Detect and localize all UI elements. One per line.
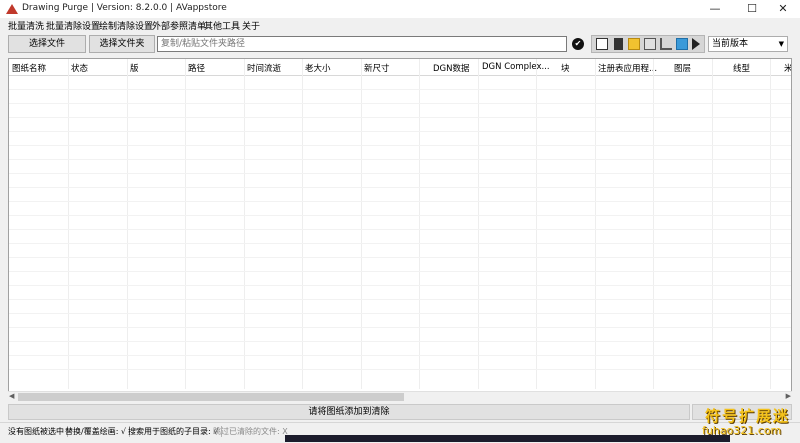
tree-icon[interactable] <box>660 38 672 50</box>
menu-other-tools[interactable]: 其他工具 <box>204 19 240 32</box>
status-skip-cleaned: 跳过已清除的文件: X <box>213 427 288 436</box>
column-divider <box>68 59 69 389</box>
row-divider <box>9 159 791 160</box>
column-divider <box>712 59 713 389</box>
column-divider <box>653 59 654 389</box>
menu-batch-purge-settings[interactable]: 批量清除设置 <box>46 19 100 32</box>
close-button[interactable]: ✕ <box>766 0 800 18</box>
row-divider <box>9 173 791 174</box>
maximize-button[interactable]: ☐ <box>735 0 769 18</box>
menu-xref-list[interactable]: 外部参照清单 <box>152 19 206 32</box>
row-divider <box>9 187 791 188</box>
folder-path-input[interactable] <box>157 36 567 52</box>
folder-icon[interactable] <box>628 38 640 50</box>
toolbar: 选择文件 选择文件夹 ✔ 当前版本 ▼ <box>0 33 800 55</box>
column-divider <box>595 59 596 389</box>
app-logo-icon <box>6 4 18 14</box>
drawing-table[interactable]: 图纸名称 状态 版 路径 时间流逝 老大小 新尺寸 DGN数据 DGN Comp… <box>8 58 792 401</box>
column-drawing-name[interactable]: 图纸名称 <box>12 62 46 74</box>
menu-about[interactable]: 关于 <box>242 19 260 32</box>
confirm-check-icon[interactable]: ✔ <box>572 38 584 50</box>
row-divider <box>9 243 791 244</box>
column-blocks[interactable]: 块 <box>561 62 570 74</box>
column-new-size[interactable]: 新尺寸 <box>364 62 390 74</box>
open-external-icon[interactable] <box>676 38 688 50</box>
column-regapps[interactable]: 注册表应用程... <box>598 62 657 74</box>
column-old-size[interactable]: 老大小 <box>305 62 331 74</box>
row-divider <box>9 369 791 370</box>
scroll-left-icon[interactable]: ◀ <box>9 392 14 400</box>
row-divider <box>9 299 791 300</box>
row-divider <box>9 313 791 314</box>
scrollbar-thumb[interactable] <box>18 393 404 401</box>
column-divider <box>302 59 303 389</box>
status-search-subdirs: 搜索用于图纸的子目录: √ <box>128 426 223 437</box>
add-drawings-to-purge-button[interactable]: 请将图纸添加到清除 <box>8 404 690 420</box>
minimize-button[interactable]: — <box>698 0 732 18</box>
column-divider <box>185 59 186 389</box>
column-meter[interactable]: 米 <box>784 62 791 74</box>
tool-icon-panel <box>591 35 705 53</box>
chevron-down-icon: ▼ <box>778 40 784 48</box>
menu-batch-purge[interactable]: 批量清洗 <box>8 19 44 32</box>
row-divider <box>9 131 791 132</box>
column-divider <box>127 59 128 389</box>
row-divider <box>9 229 791 230</box>
window-title: Drawing Purge | Version: 8.2.0.0 | AVapp… <box>22 3 227 13</box>
column-divider <box>478 59 479 389</box>
skip-end-icon[interactable] <box>692 38 700 50</box>
column-dgn-data[interactable]: DGN数据 <box>433 62 470 74</box>
status-replace-overwrite: 替换/覆盖绘画: √ <box>65 426 131 437</box>
column-divider <box>770 59 771 389</box>
row-divider <box>9 285 791 286</box>
watermark-text: 符号扩展迷 <box>705 407 791 425</box>
status-selection: 没有图纸被选中 <box>8 426 68 437</box>
menu-drawing-purge-settings[interactable]: 绘制清除设置 <box>99 19 153 32</box>
row-divider <box>9 271 791 272</box>
row-divider <box>9 215 791 216</box>
horizontal-scrollbar[interactable]: ◀ ▶ <box>8 391 792 402</box>
menu-bar: 批量清洗 批量清除设置 绘制清除设置 外部参照清单 其他工具 关于 <box>0 18 800 32</box>
row-divider <box>9 327 791 328</box>
export-icon[interactable] <box>644 38 656 50</box>
column-elapsed-time[interactable]: 时间流逝 <box>247 62 281 74</box>
column-layers[interactable]: 图层 <box>674 62 691 74</box>
delete-icon[interactable] <box>614 38 623 50</box>
row-divider <box>9 103 791 104</box>
column-divider <box>419 59 420 389</box>
row-divider <box>9 257 791 258</box>
title-bar: Drawing Purge | Version: 8.2.0.0 | AVapp… <box>0 0 800 19</box>
column-path[interactable]: 路径 <box>188 62 205 74</box>
column-status[interactable]: 状态 <box>71 62 88 74</box>
row-divider <box>9 355 791 356</box>
column-divider <box>244 59 245 389</box>
background-taskbar-strip <box>285 435 730 442</box>
version-select-value: 当前版本 <box>712 39 749 49</box>
list-icon[interactable] <box>596 38 608 50</box>
column-divider <box>361 59 362 389</box>
scroll-right-icon[interactable]: ▶ <box>786 392 791 400</box>
row-divider <box>9 145 791 146</box>
row-divider <box>9 89 791 90</box>
version-select[interactable]: 当前版本 ▼ <box>708 36 788 52</box>
select-file-button[interactable]: 选择文件 <box>8 35 86 53</box>
row-divider <box>9 117 791 118</box>
row-divider <box>9 201 791 202</box>
select-folder-button[interactable]: 选择文件夹 <box>89 35 155 53</box>
column-divider <box>536 59 537 389</box>
column-dgn-complex[interactable]: DGN Complex... <box>482 62 550 72</box>
column-version[interactable]: 版 <box>130 62 139 74</box>
row-divider <box>9 341 791 342</box>
watermark-url: fuhao321.com <box>702 424 782 437</box>
column-linetypes[interactable]: 线型 <box>733 62 750 74</box>
